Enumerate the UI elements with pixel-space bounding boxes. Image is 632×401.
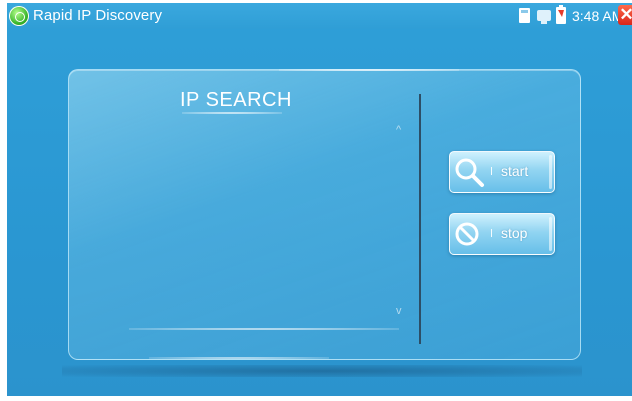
app-logo-icon [9,6,29,26]
start-button-label: start [501,163,529,179]
button-edge [549,155,552,189]
app-title: Rapid IP Discovery [33,7,163,24]
stop-icon [452,217,486,251]
start-button[interactable]: start [449,151,555,193]
panel-bottom-highlight [149,357,329,359]
ip-result-list[interactable] [81,120,411,335]
network-icon [537,10,551,24]
button-separator [491,229,492,237]
ip-search-panel: IP SEARCH ^ v start stop [68,69,581,360]
panel-title: IP SEARCH [180,89,292,111]
search-icon [452,155,486,189]
status-clock: 3:48 AM [572,8,624,24]
panel-shadow [62,365,582,377]
scroll-up-icon[interactable]: ^ [396,124,401,136]
close-icon[interactable]: ✕ [618,5,632,25]
scroll-down-icon[interactable]: v [396,305,402,317]
title-underline [182,112,282,114]
stop-button-label: stop [501,225,528,241]
sd-card-icon [519,8,530,23]
button-separator [491,167,492,175]
device-screen: Rapid IP Discovery 3:48 AM ✕ IP SEARCH ^… [7,3,632,396]
list-bottom-highlight [129,328,399,330]
battery-charging-icon [556,5,566,24]
stop-button[interactable]: stop [449,213,555,255]
panel-highlight [279,69,459,71]
status-bar: Rapid IP Discovery 3:48 AM ✕ [7,3,632,29]
vertical-divider [419,94,421,344]
button-edge [549,217,552,251]
